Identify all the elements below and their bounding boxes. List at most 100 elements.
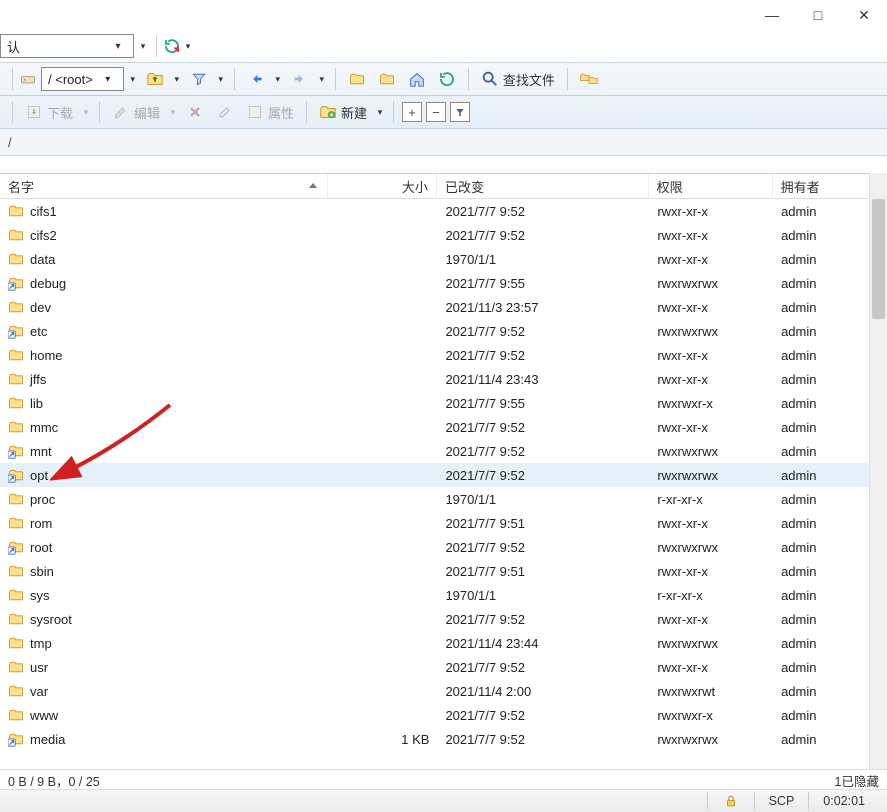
folder-link-icon — [8, 275, 24, 291]
file-row[interactable]: debug2021/7/7 9:55rwxrwxrwxadmin — [0, 271, 887, 295]
file-row[interactable]: sbin2021/7/7 9:51rwxr-xr-xadmin — [0, 559, 887, 583]
back-button[interactable] — [242, 67, 270, 91]
status-timer: 0:02:01 — [808, 792, 879, 810]
forward-button[interactable] — [286, 67, 314, 91]
file-permissions: rwxr-xr-x — [649, 660, 773, 675]
file-row[interactable]: media1 KB2021/7/7 9:52rwxrwxrwxadmin — [0, 727, 887, 751]
up-dropdown[interactable]: ▾ — [170, 74, 184, 85]
delete-button[interactable] — [181, 100, 209, 124]
file-row[interactable]: proc1970/1/1r-xr-xr-xadmin — [0, 487, 887, 511]
column-header-permissions[interactable]: 权限 — [649, 174, 773, 198]
sync-button[interactable] — [575, 67, 603, 91]
download-icon — [25, 103, 43, 121]
folder-icon — [8, 683, 24, 699]
file-row[interactable]: jffs2021/11/4 23:43rwxr-xr-xadmin — [0, 367, 887, 391]
scrollbar-thumb[interactable] — [872, 199, 885, 319]
plus-button[interactable]: + — [402, 102, 422, 122]
path-combo[interactable]: / <root> ▾ — [41, 67, 124, 91]
file-name: mmc — [30, 420, 58, 435]
file-permissions: rwxr-xr-x — [649, 372, 773, 387]
file-row[interactable]: mmc2021/7/7 9:52rwxr-xr-xadmin — [0, 415, 887, 439]
file-row[interactable]: data1970/1/1rwxr-xr-xadmin — [0, 247, 887, 271]
drive-icon[interactable] — [19, 70, 37, 88]
filter-button[interactable] — [185, 67, 213, 91]
folder-icon — [8, 395, 24, 411]
find-files-button[interactable]: 查找文件 — [476, 67, 560, 92]
minimize-button[interactable]: — — [749, 0, 795, 30]
edit-button[interactable]: 编辑 — [107, 100, 165, 125]
file-row[interactable]: sysroot2021/7/7 9:52rwxr-xr-xadmin — [0, 607, 887, 631]
file-date: 2021/7/7 9:52 — [437, 348, 649, 363]
refresh-button[interactable] — [433, 67, 461, 91]
column-header-changed[interactable]: 已改变 — [437, 174, 649, 198]
folder-icon — [8, 227, 24, 243]
rename-button[interactable] — [211, 100, 239, 124]
properties-button[interactable]: 属性 — [241, 100, 299, 125]
home-button[interactable] — [403, 67, 431, 91]
folder-icon — [348, 70, 366, 88]
rename-icon — [216, 103, 234, 121]
status-lock[interactable] — [707, 792, 754, 810]
file-row[interactable]: dev2021/11/3 23:57rwxr-xr-xadmin — [0, 295, 887, 319]
file-row[interactable]: lib2021/7/7 9:55rwxrwxr-xadmin — [0, 391, 887, 415]
file-row[interactable]: var2021/11/4 2:00rwxrwxrwtadmin — [0, 679, 887, 703]
file-row[interactable]: rom2021/7/7 9:51rwxr-xr-xadmin — [0, 511, 887, 535]
edit-dropdown[interactable]: ▾ — [166, 107, 180, 118]
file-date: 2021/7/7 9:52 — [437, 540, 649, 555]
find-files-label: 查找文件 — [503, 70, 555, 89]
path-dropdown-extra[interactable]: ▾ — [126, 74, 140, 85]
file-row[interactable]: cifs12021/7/7 9:52rwxr-xr-xadmin — [0, 199, 887, 223]
file-permissions: rwxr-xr-x — [649, 300, 773, 315]
file-permissions: rwxrwxrwx — [649, 732, 773, 747]
file-date: 2021/7/7 9:55 — [437, 396, 649, 411]
pencil-icon — [112, 103, 130, 121]
refresh-icon[interactable] — [163, 37, 181, 55]
up-folder-button[interactable] — [141, 67, 169, 91]
close-button[interactable]: ✕ — [841, 0, 887, 30]
filter-dropdown[interactable]: ▾ — [214, 74, 228, 85]
file-row[interactable]: opt2021/7/7 9:52rwxrwxrwxadmin — [0, 463, 887, 487]
scrollbar[interactable] — [869, 173, 887, 770]
file-row[interactable]: mnt2021/7/7 9:52rwxrwxrwxadmin — [0, 439, 887, 463]
file-name: lib — [30, 396, 43, 411]
refresh-dropdown[interactable]: ▾ — [181, 41, 195, 52]
download-button[interactable]: 下载 — [20, 100, 78, 125]
file-row[interactable]: www2021/7/7 9:52rwxrwxr-xadmin — [0, 703, 887, 727]
file-row[interactable]: sys1970/1/1r-xr-xr-xadmin — [0, 583, 887, 607]
download-dropdown[interactable]: ▾ — [79, 107, 93, 118]
breadcrumb[interactable]: / — [0, 128, 887, 155]
file-row[interactable]: root2021/7/7 9:52rwxrwxrwxadmin — [0, 535, 887, 559]
file-list[interactable]: cifs12021/7/7 9:52rwxr-xr-xadmincifs2202… — [0, 199, 887, 770]
folder-icon — [8, 299, 24, 315]
bookmark1-button[interactable] — [343, 67, 371, 91]
file-name: etc — [30, 324, 47, 339]
back-dropdown[interactable]: ▾ — [271, 74, 285, 85]
maximize-button[interactable]: □ — [795, 0, 841, 30]
column-header-name[interactable]: 名字 — [0, 174, 328, 198]
forward-dropdown[interactable]: ▾ — [315, 74, 329, 85]
file-permissions: rwxrwxrwx — [649, 540, 773, 555]
folder-link-icon — [8, 323, 24, 339]
file-row[interactable]: etc2021/7/7 9:52rwxrwxrwxadmin — [0, 319, 887, 343]
file-permissions: rwxr-xr-x — [649, 204, 773, 219]
new-button[interactable]: 新建 — [314, 100, 372, 125]
new-folder-icon — [319, 103, 337, 121]
folder-icon — [8, 659, 24, 675]
file-row[interactable]: home2021/7/7 9:52rwxr-xr-xadmin — [0, 343, 887, 367]
file-date: 1970/1/1 — [437, 492, 649, 507]
folder-icon — [8, 707, 24, 723]
session-dropdown-extra[interactable]: ▾ — [136, 41, 150, 52]
file-row[interactable]: tmp2021/11/4 23:44rwxrwxrwxadmin — [0, 631, 887, 655]
session-combo[interactable]: 认 ▾ — [0, 34, 134, 58]
bookmark2-button[interactable] — [373, 67, 401, 91]
file-row[interactable]: cifs22021/7/7 9:52rwxr-xr-xadmin — [0, 223, 887, 247]
new-dropdown[interactable]: ▾ — [373, 107, 387, 118]
select-mask-button[interactable] — [450, 102, 470, 122]
folder-link-icon — [8, 467, 24, 483]
folder-icon — [8, 371, 24, 387]
column-header-size[interactable]: 大小 — [328, 174, 436, 198]
separator — [234, 68, 235, 90]
edit-label: 编辑 — [134, 103, 160, 122]
file-row[interactable]: usr2021/7/7 9:52rwxr-xr-xadmin — [0, 655, 887, 679]
minus-button[interactable]: − — [426, 102, 446, 122]
